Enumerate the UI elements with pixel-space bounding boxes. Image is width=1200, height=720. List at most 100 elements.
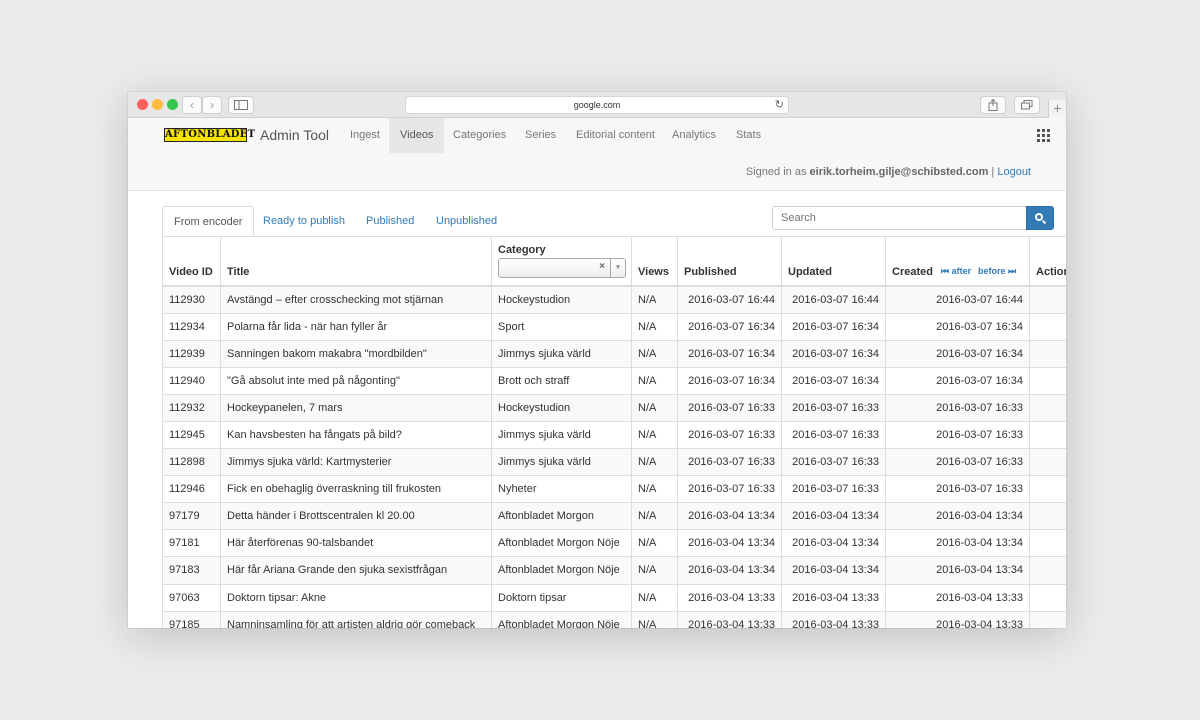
actions-cell[interactable]	[1029, 393, 1066, 422]
reload-icon[interactable]: ↻	[775, 97, 784, 113]
close-window-button[interactable]	[137, 99, 148, 110]
title-cell[interactable]: Doktorn tipsar: Akne	[220, 583, 492, 612]
table-row[interactable]: 112946 Fick en obehaglig överraskning til…	[162, 475, 1066, 503]
created-cell: 2016-03-07 16:34	[885, 339, 1030, 368]
actions-cell[interactable]	[1029, 312, 1066, 341]
minimize-window-button[interactable]	[152, 99, 163, 110]
actions-cell[interactable]	[1029, 610, 1066, 628]
title-cell[interactable]: Namninsamling för att artisten aldrig gö…	[220, 610, 492, 628]
title-cell[interactable]: Hockeypanelen, 7 mars	[220, 393, 492, 422]
actions-cell[interactable]	[1029, 420, 1066, 449]
table-row[interactable]: 112930 Avstängd – efter crosschecking mot…	[162, 285, 1066, 314]
pager-after-link[interactable]: ⏮ after	[941, 266, 971, 277]
actions-cell[interactable]	[1029, 366, 1066, 395]
nav-editorial-content[interactable]: Editorial content	[565, 118, 666, 153]
actions-cell[interactable]	[1029, 285, 1066, 314]
last-page-icon: ⏭	[1008, 266, 1017, 276]
table-row[interactable]: 112940 "Gå absolut inte med på någonting"…	[162, 366, 1066, 395]
title-cell[interactable]: "Gå absolut inte med på någonting"	[220, 366, 492, 395]
actions-cell[interactable]	[1029, 529, 1066, 557]
actions-cell[interactable]	[1029, 475, 1066, 503]
table-row[interactable]: 112939 Sanningen bakom makabra "mordbilde…	[162, 339, 1066, 368]
actions-cell[interactable]	[1029, 583, 1066, 612]
views-cell: N/A	[631, 502, 678, 530]
chevron-down-icon[interactable]: ▾	[610, 259, 625, 277]
header-title[interactable]: Title	[220, 237, 492, 287]
table-row[interactable]: 97063 Doktorn tipsar: Akne Doktorn tipsar N…	[162, 583, 1066, 612]
actions-cell[interactable]	[1029, 448, 1066, 476]
nav-categories[interactable]: Categories	[442, 118, 517, 153]
table-row[interactable]: 112945 Kan havsbesten ha fångats på bild?…	[162, 420, 1066, 449]
nav-videos[interactable]: Videos	[389, 118, 445, 153]
updated-cell: 2016-03-04 13:34	[781, 529, 886, 557]
title-cell[interactable]: Kan havsbesten ha fångats på bild?	[220, 420, 492, 449]
category-cell: Aftonbladet Morgon Nöje	[491, 556, 632, 585]
header-updated[interactable]: Updated	[781, 237, 886, 287]
title-cell[interactable]: Jimmys sjuka värld: Kartmysterier	[220, 448, 492, 476]
updated-cell: 2016-03-04 13:34	[781, 502, 886, 530]
nav-analytics[interactable]: Analytics	[661, 118, 727, 153]
header-actions: Actions	[1029, 237, 1066, 287]
search-input[interactable]	[772, 206, 1027, 230]
video-id-cell: 97185	[162, 610, 221, 628]
brand-title[interactable]: Admin Tool	[260, 127, 329, 143]
tab-from-encoder[interactable]: From encoder	[162, 206, 255, 237]
table-row[interactable]: 97183 Här får Ariana Grande den sjuka sex…	[162, 556, 1066, 585]
logout-link[interactable]: Logout	[997, 166, 1031, 178]
back-icon[interactable]: ‹	[182, 96, 202, 114]
published-cell: 2016-03-04 13:34	[677, 502, 782, 530]
apps-grid-icon[interactable]	[1037, 129, 1050, 142]
title-cell[interactable]: Sanningen bakom makabra "mordbilden"	[220, 339, 492, 368]
video-id-cell: 112930	[162, 285, 221, 314]
title-cell[interactable]: Detta händer i Brottscentralen kl 20.00	[220, 502, 492, 530]
actions-cell[interactable]	[1029, 502, 1066, 530]
header-views[interactable]: Views	[631, 237, 678, 287]
tab-published[interactable]: Published	[355, 206, 425, 237]
table-row[interactable]: 97185 Namninsamling för att artisten aldr…	[162, 610, 1066, 628]
pager-before-link[interactable]: before ⏭	[978, 266, 1016, 277]
updated-cell: 2016-03-07 16:34	[781, 312, 886, 341]
header-published[interactable]: Published	[677, 237, 782, 287]
category-filter-select[interactable]: × ▾	[498, 258, 626, 278]
actions-cell[interactable]	[1029, 339, 1066, 368]
nav-stats[interactable]: Stats	[725, 118, 772, 153]
category-cell: Jimmys sjuka värld	[491, 420, 632, 449]
actions-cell[interactable]	[1029, 556, 1066, 585]
nav-ingest[interactable]: Ingest	[339, 118, 391, 153]
aftonbladet-logo[interactable]: AFTONBLADET	[164, 128, 255, 142]
header-video-id[interactable]: Video ID	[162, 237, 221, 287]
tab-unpublished[interactable]: Unpublished	[425, 206, 508, 237]
title-cell[interactable]: Här återförenas 90-talsbandet	[220, 529, 492, 557]
published-cell: 2016-03-04 13:33	[677, 610, 782, 628]
sidebar-toggle-icon[interactable]	[228, 96, 254, 114]
video-id-cell: 112898	[162, 448, 221, 476]
browser-titlebar: ‹ › google.com ↻ +	[128, 92, 1066, 118]
table-row[interactable]: 112932 Hockeypanelen, 7 mars Hockeystudion…	[162, 393, 1066, 422]
table-row[interactable]: 112934 Polarna får lida - när han fyller …	[162, 312, 1066, 341]
search-button[interactable]	[1026, 206, 1054, 230]
signed-in-status: Signed in as eirik.torheim.gilje@schibst…	[746, 166, 1031, 178]
tabs-overview-icon[interactable]	[1014, 96, 1040, 114]
category-cell: Aftonbladet Morgon Nöje	[491, 529, 632, 557]
clear-icon[interactable]: ×	[599, 261, 605, 272]
address-bar[interactable]: google.com ↻	[405, 96, 789, 114]
new-tab-icon[interactable]: +	[1048, 100, 1066, 118]
share-icon[interactable]	[980, 96, 1006, 114]
zoom-window-button[interactable]	[167, 99, 178, 110]
title-cell[interactable]: Här får Ariana Grande den sjuka sexistfr…	[220, 556, 492, 585]
forward-icon[interactable]: ›	[202, 96, 222, 114]
table-row[interactable]: 97179 Detta händer i Brottscentralen kl 2…	[162, 502, 1066, 530]
title-cell[interactable]: Polarna får lida - när han fyller år	[220, 312, 492, 341]
nav-series[interactable]: Series	[514, 118, 567, 153]
video-id-cell: 97063	[162, 583, 221, 612]
updated-cell: 2016-03-04 13:33	[781, 610, 886, 628]
views-cell: N/A	[631, 529, 678, 557]
views-cell: N/A	[631, 475, 678, 503]
title-cell[interactable]: Fick en obehaglig överraskning till fruk…	[220, 475, 492, 503]
table-row[interactable]: 112898 Jimmys sjuka värld: Kartmysterier J…	[162, 448, 1066, 476]
title-cell[interactable]: Avstängd – efter crosschecking mot stjär…	[220, 285, 492, 314]
table-row[interactable]: 97181 Här återförenas 90-talsbandet Aftonb…	[162, 529, 1066, 557]
videos-table: Video ID Title Category × ▾ Views Publis…	[162, 236, 1066, 628]
tab-ready-to-publish[interactable]: Ready to publish	[252, 206, 356, 237]
published-cell: 2016-03-07 16:44	[677, 285, 782, 314]
